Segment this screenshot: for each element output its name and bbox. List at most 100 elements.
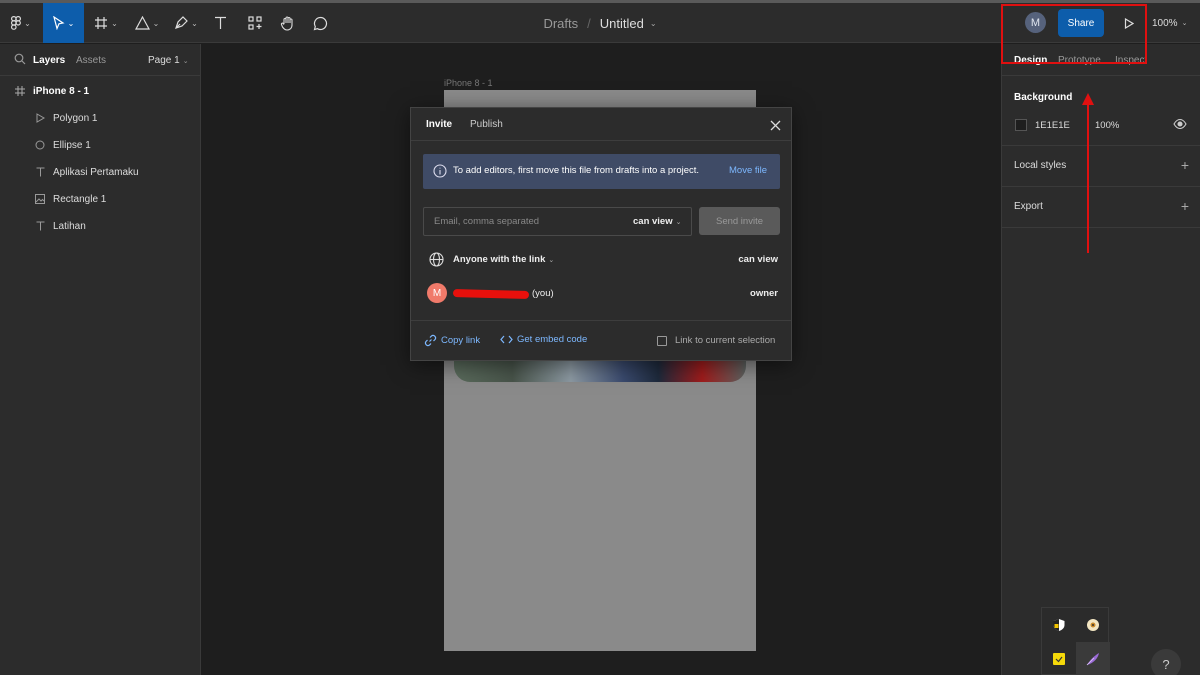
present-button[interactable]: [1119, 13, 1139, 33]
layer-name: Latihan: [53, 220, 86, 232]
background-hex[interactable]: 1E1E1E: [1035, 120, 1070, 131]
layer-item[interactable]: Rectangle 1: [33, 189, 106, 209]
text-icon: [214, 16, 226, 29]
resources-tool-button[interactable]: [242, 3, 268, 43]
play-icon: [1124, 17, 1134, 29]
link-selection-checkbox[interactable]: Link to current selection: [657, 335, 775, 346]
chevron-down-icon: ⌄: [675, 219, 682, 226]
properties-tabs: Design Prototype Inspect: [1002, 44, 1200, 76]
polygon-icon: [33, 111, 47, 125]
chevron-down-icon[interactable]: ⌄: [650, 19, 657, 28]
hand-icon: [280, 15, 293, 31]
link-access-dropdown[interactable]: Anyone with the link ⌄: [453, 254, 554, 265]
image-icon: [33, 192, 47, 206]
tab-layers[interactable]: Layers: [33, 55, 65, 66]
layer-name: Aplikasi Pertamaku: [53, 166, 139, 178]
disc-icon: [1087, 619, 1099, 631]
chevron-down-icon: ⌄: [1181, 20, 1188, 27]
member-you-label: (you): [532, 288, 554, 299]
security-shield-icon: [1053, 619, 1065, 631]
local-styles-section: Local styles +: [1002, 146, 1200, 187]
chevron-down-icon: ⌄: [111, 18, 118, 28]
file-name[interactable]: Untitled: [600, 16, 644, 31]
info-banner: To add editors, first move this file fro…: [423, 154, 780, 189]
layer-item[interactable]: Polygon 1: [33, 108, 97, 128]
background-color-swatch[interactable]: [1015, 119, 1027, 131]
add-style-icon[interactable]: +: [1181, 158, 1189, 172]
move-tool-button[interactable]: ⌄: [43, 3, 84, 43]
add-export-icon[interactable]: +: [1181, 199, 1189, 213]
system-tray-popup: [1041, 607, 1110, 675]
figma-logo-icon: [11, 16, 22, 30]
comment-tool-button[interactable]: [307, 3, 333, 43]
tab-inspect[interactable]: Inspect: [1115, 55, 1147, 66]
page-selector[interactable]: Page 1 ⌄: [148, 55, 189, 66]
layer-item[interactable]: Ellipse 1: [33, 135, 91, 155]
layer-name: iPhone 8 - 1: [33, 85, 90, 97]
copy-link-label: Copy link: [441, 335, 481, 346]
main-menu-button[interactable]: ⌄: [0, 3, 42, 43]
tray-item[interactable]: [1042, 642, 1076, 675]
copy-link-button[interactable]: Copy link: [424, 334, 480, 347]
tab-prototype[interactable]: Prototype: [1058, 55, 1101, 66]
frame-tool-button[interactable]: ⌄: [88, 3, 124, 43]
text-icon: [33, 165, 47, 179]
member-avatar: M: [427, 283, 447, 303]
text-tool-button[interactable]: [207, 3, 233, 43]
globe-icon: [429, 252, 444, 267]
layer-name: Rectangle 1: [53, 193, 107, 205]
help-button[interactable]: ?: [1151, 649, 1181, 675]
close-icon: [770, 120, 780, 130]
share-button[interactable]: Share: [1058, 9, 1104, 37]
zoom-dropdown[interactable]: 100% ⌄: [1152, 3, 1200, 43]
layers-panel: Layers Assets Page 1 ⌄ iPhone 8 - 1 Polyg…: [0, 44, 201, 675]
breadcrumb-separator: /: [587, 15, 591, 31]
invite-permission-dropdown[interactable]: can view ⌄: [633, 216, 681, 227]
background-title: Background: [1014, 92, 1073, 103]
background-opacity[interactable]: 100%: [1095, 120, 1119, 131]
link-permission[interactable]: can view: [738, 254, 778, 265]
hand-tool-button[interactable]: [274, 3, 300, 43]
link-access-value: Anyone with the link: [453, 254, 546, 265]
info-icon: [433, 164, 447, 178]
pen-tool-button[interactable]: ⌄: [170, 3, 202, 43]
eye-icon[interactable]: [1173, 118, 1187, 130]
chevron-down-icon: ⌄: [548, 257, 555, 264]
checkbox-box[interactable]: [657, 335, 667, 346]
move-file-link[interactable]: Move file: [729, 165, 767, 176]
ellipse-icon: [33, 138, 47, 152]
user-avatar[interactable]: M: [1025, 12, 1046, 33]
layer-item[interactable]: Aplikasi Pertamaku: [33, 162, 139, 182]
dialog-footer: Copy link Get embed code Link to current…: [411, 320, 791, 361]
local-styles-title: Local styles: [1014, 160, 1067, 171]
properties-panel: Design Prototype Inspect Background 1E1E…: [1001, 44, 1200, 675]
toolbar: ⌄ ⌄ ⌄ ⌄ ⌄ Drafts / Untitled ⌄ M Share 10…: [0, 3, 1200, 43]
tray-item[interactable]: [1042, 608, 1076, 642]
text-icon: [33, 219, 47, 233]
sticky-note-icon: [1053, 653, 1065, 665]
close-button[interactable]: [766, 116, 784, 134]
tab-design[interactable]: Design: [1014, 55, 1047, 66]
layer-item[interactable]: iPhone 8 - 1: [13, 81, 89, 101]
breadcrumb-drafts[interactable]: Drafts: [543, 16, 578, 31]
member-name: (you): [452, 288, 554, 299]
components-icon: [248, 16, 262, 30]
shape-tool-button[interactable]: ⌄: [128, 3, 166, 43]
tray-item[interactable]: [1076, 642, 1110, 675]
link-icon: [424, 334, 437, 347]
embed-code-button[interactable]: Get embed code: [500, 334, 587, 345]
tab-publish[interactable]: Publish: [470, 119, 503, 130]
link-selection-label: Link to current selection: [675, 335, 776, 346]
export-section: Export +: [1002, 187, 1200, 228]
tray-item[interactable]: [1076, 608, 1110, 642]
email-input[interactable]: [424, 208, 624, 235]
tab-invite[interactable]: Invite: [426, 119, 452, 130]
search-icon[interactable]: [14, 53, 26, 65]
triangle-icon: [134, 16, 150, 30]
tab-assets[interactable]: Assets: [76, 55, 106, 66]
layer-name: Ellipse 1: [53, 139, 91, 151]
send-invite-button[interactable]: Send invite: [699, 207, 780, 235]
layer-item[interactable]: Latihan: [33, 216, 86, 236]
chevron-down-icon: ⌄: [24, 18, 31, 28]
frame-label[interactable]: iPhone 8 - 1: [444, 78, 493, 88]
